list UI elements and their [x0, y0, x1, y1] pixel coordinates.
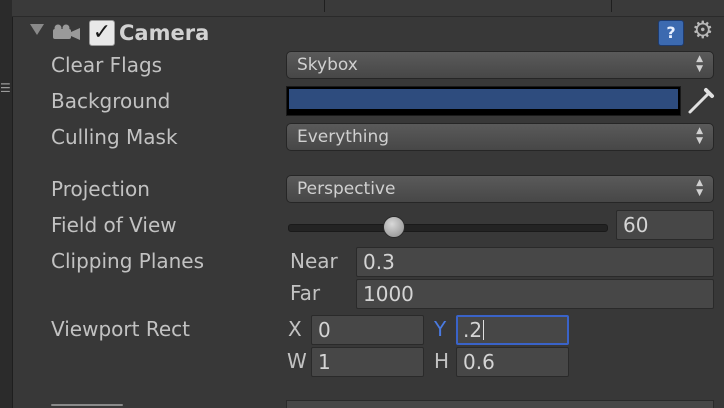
- previous-component-edge: [12, 0, 724, 17]
- viewport-x-input[interactable]: 0: [311, 315, 424, 345]
- projection-value: Perspective: [297, 179, 396, 199]
- viewport-h-input[interactable]: 0.6: [456, 347, 569, 377]
- component-title: Camera: [119, 21, 210, 45]
- dropdown-arrows-icon: ▲ ▼: [696, 54, 703, 74]
- camera-icon: [53, 24, 80, 40]
- help-icon[interactable]: ?: [658, 20, 684, 46]
- projection-label: Projection: [51, 177, 150, 201]
- viewport-w-input[interactable]: 1: [311, 347, 424, 377]
- dropdown-arrows-icon: ▲ ▼: [696, 126, 703, 146]
- culling-mask-dropdown[interactable]: Everything ▲ ▼: [286, 123, 714, 151]
- eyedropper-icon[interactable]: [686, 86, 716, 116]
- divider: [611, 0, 612, 12]
- dropdown-arrows-icon: ▲ ▼: [696, 178, 703, 198]
- culling-mask-label: Culling Mask: [51, 125, 178, 149]
- background-color-field[interactable]: [286, 86, 681, 116]
- near-label: Near: [290, 249, 338, 273]
- viewport-rect-label: Viewport Rect: [51, 317, 190, 341]
- gear-icon[interactable]: ⚙: [692, 16, 714, 44]
- next-row-field-cutoff[interactable]: [286, 400, 714, 408]
- foldout-arrow-icon[interactable]: [30, 24, 44, 35]
- clear-flags-dropdown[interactable]: Skybox ▲ ▼: [286, 51, 714, 79]
- text-caret: [483, 320, 485, 340]
- color-swatch: [289, 89, 678, 109]
- panel-grip-icon[interactable]: ☰: [0, 82, 11, 94]
- w-label: W: [287, 349, 307, 373]
- near-input[interactable]: 0.3: [356, 247, 714, 277]
- y-label: Y: [434, 317, 447, 341]
- clear-flags-label: Clear Flags: [51, 53, 163, 77]
- next-row-label-cutoff: [51, 398, 141, 408]
- viewport-y-input[interactable]: .2: [456, 315, 569, 345]
- left-panel-edge: ☰: [0, 0, 13, 408]
- slider-thumb[interactable]: [382, 216, 405, 238]
- projection-dropdown[interactable]: Perspective ▲ ▼: [286, 175, 714, 203]
- far-input[interactable]: 1000: [356, 279, 714, 309]
- viewport-y-value: .2: [463, 318, 483, 342]
- clear-flags-value: Skybox: [297, 55, 358, 75]
- h-label: H: [434, 349, 450, 373]
- component-enabled-checkbox[interactable]: ✓: [89, 20, 115, 46]
- culling-mask-value: Everything: [297, 127, 390, 147]
- field-of-view-input[interactable]: 60: [616, 210, 714, 240]
- clipping-planes-label: Clipping Planes: [51, 249, 205, 273]
- background-label: Background: [51, 89, 171, 113]
- divider: [324, 0, 325, 12]
- x-label: X: [288, 317, 302, 341]
- field-of-view-slider[interactable]: [288, 224, 608, 232]
- field-of-view-label: Field of View: [51, 213, 177, 237]
- far-label: Far: [290, 281, 321, 305]
